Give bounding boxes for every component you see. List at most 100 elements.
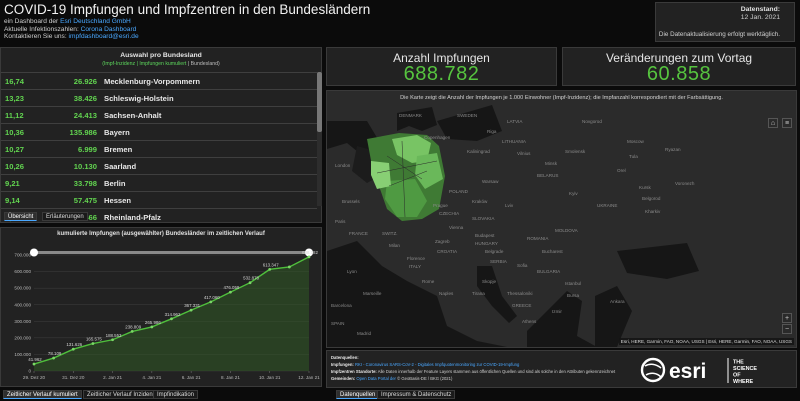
state-name: Mecklenburg-Vorpommern — [104, 77, 201, 86]
map-label-kharkiv: Kharkiv — [645, 209, 661, 214]
data-label: 314.962 — [165, 312, 181, 317]
open-data-link[interactable]: Open Data Portal der — [356, 376, 396, 381]
esri-globe-swoosh — [644, 363, 662, 378]
state-count: 24.413 — [73, 111, 97, 120]
x-tick-label: 2. Jan 21 — [103, 375, 122, 380]
esri-tagline-4: WHERE — [733, 379, 753, 385]
data-point — [130, 330, 134, 333]
map-label-ukraine: UKRAINE — [597, 203, 618, 208]
map-label-zagreb: Zagreb — [435, 239, 450, 244]
data-label: 131.626 — [66, 342, 82, 347]
map-label-rome: Rome — [422, 279, 435, 284]
corona-dashboard-link[interactable]: Corona Dashboard — [81, 26, 137, 33]
header-line-2: Aktuelle Infektionszahlen: Corona Dashbo… — [4, 26, 136, 33]
map-label-tula: Tula — [629, 154, 638, 159]
tab-uebersicht[interactable]: Übersicht — [4, 212, 38, 221]
data-label: 367.331 — [184, 303, 200, 308]
map-zoom-out-button[interactable]: − — [782, 324, 792, 334]
map-label-moldova: MOLDOVA — [555, 228, 578, 233]
data-label: 188.553 — [106, 333, 122, 338]
esri-tagline-2: SCIENCE — [733, 366, 757, 372]
list-item[interactable]: 13,23 38.426 Schleswig-Holstein — [1, 89, 317, 106]
map-label-belarus: BELARUS — [537, 173, 559, 178]
map-label-london: London — [335, 163, 351, 168]
list-item[interactable]: 10,36 135.986 Bayern — [1, 123, 317, 140]
esri-deutschland-link[interactable]: Esri Deutschland GmbH — [60, 18, 131, 25]
sources-title: Datenquellen: — [331, 355, 359, 360]
data-point — [32, 362, 36, 366]
state-count: 6.999 — [77, 145, 97, 154]
map-list-button[interactable]: ≡ — [782, 118, 792, 128]
esri-globe-icon — [640, 357, 666, 383]
x-tick-label: 29. Dez 20 — [23, 375, 46, 380]
x-tick-label: 4. Jan 21 — [142, 375, 161, 380]
list-item[interactable]: 11,12 24.413 Sachsen-Anhalt — [1, 106, 317, 123]
tab-erlaeuterungen[interactable]: Erläuterungen — [42, 212, 88, 221]
list-item[interactable]: 10,26 10.130 Saarland — [1, 157, 317, 174]
y-tick-label: 700.000 — [14, 253, 31, 258]
map-label-barcelona: Barcelona — [331, 303, 352, 308]
tab-impressum[interactable]: Impressum & Datenschutz — [377, 390, 456, 399]
map-label-vilnius: Vilnius — [517, 151, 531, 156]
map-label-sofia: Sofia — [517, 263, 528, 268]
tab-verlauf-inzidenz[interactable]: Zeitlicher Verlauf Inzidenz — [83, 390, 160, 399]
map-label-budapest: Budapest — [475, 233, 495, 238]
map-label-milan: Milan — [389, 243, 400, 248]
map-zoom-in-button[interactable]: + — [782, 313, 792, 323]
kpi-impfungen: Anzahl Impfungen 688.782 — [326, 47, 557, 86]
map-label-lithuania: LITHUANIA — [502, 139, 526, 144]
state-count: 135.986 — [69, 128, 97, 137]
list-item[interactable]: 10,27 6.999 Bremen — [1, 140, 317, 157]
date-title: Datenstand: — [740, 6, 780, 13]
kpi-veraenderung: Veränderungen zum Vortag 60.858 — [562, 47, 796, 86]
map-label-bucharest: Bucharest — [542, 249, 563, 254]
y-tick-label: 500.000 — [14, 286, 31, 291]
data-label: 613.347 — [263, 262, 279, 267]
data-label: 688.782 — [302, 250, 318, 255]
map-attribution: Esri, HERE, Garmin, FAO, NOAA, USGS | Es… — [618, 338, 794, 345]
map-label-izmir: Izmir — [552, 309, 562, 314]
map-label-france: FRANCE — [349, 231, 368, 236]
map-home-button[interactable]: ⌂ — [768, 118, 778, 128]
map-label-switzerland: SWITZ. — [382, 231, 398, 236]
data-label: 41.962 — [28, 357, 42, 362]
y-tick-label: 400.000 — [14, 302, 31, 307]
list-item[interactable]: 9,21 33.798 Berlin — [1, 174, 317, 191]
list-scrollbar-thumb[interactable] — [317, 72, 322, 132]
map-label-ankara: Ankara — [610, 299, 625, 304]
rki-link[interactable]: RKI - Coronavirus SARS-CoV-2 - Digitales… — [355, 362, 519, 367]
map-label-copenhagen: Copenhagen — [424, 135, 451, 140]
state-count: 33.798 — [73, 179, 97, 188]
map-label-latvia: LATVIA — [507, 119, 523, 124]
state-rate: 9,14 — [5, 196, 20, 205]
map-label-greece: GREECE — [512, 303, 532, 308]
date-message: Die Datenaktualisierung erfolgt werktägl… — [658, 31, 780, 38]
map-label-prague: Prague — [433, 203, 448, 208]
tab-impfindikation[interactable]: Impfindikation — [153, 390, 199, 399]
list-item[interactable]: 9,14 57.475 Hessen — [1, 191, 317, 208]
map-label-istanbul: Istanbul — [565, 281, 582, 286]
sources-impfzentren: Impfzentren Standorte: Alle Daten innerh… — [331, 369, 615, 374]
data-label: 417.060 — [204, 295, 220, 300]
x-tick-label: 8. Jan 21 — [221, 375, 240, 380]
cumulative-chart[interactable]: 0100.000200.000300.000400.000500.000600.… — [1, 228, 321, 386]
esri-tagline-1: THE — [733, 360, 744, 366]
tab-verlauf-kumuliert[interactable]: Zeitlicher Verlauf kumuliert — [3, 390, 82, 399]
state-name: Bayern — [104, 128, 130, 137]
data-point — [268, 267, 272, 271]
map-label-spain: SPAIN — [331, 321, 345, 326]
map-label-moscow: Moscow — [627, 139, 644, 144]
data-point — [52, 356, 56, 360]
esri-logo: esri THE SCIENCE OF WHERE — [640, 355, 790, 385]
map-label-novgorod: Novgorod — [582, 119, 602, 124]
data-label: 532.878 — [243, 276, 259, 281]
list-item[interactable]: 16,74 26.926 Mecklenburg-Vorpommern — [1, 72, 317, 89]
date-box: Datenstand: 12 Jan. 2021 Die Datenaktual… — [655, 2, 795, 42]
range-slider-handle-start[interactable] — [30, 248, 38, 257]
email-link[interactable]: impfdashboard@esri.de — [69, 33, 139, 40]
tab-datenquellen[interactable]: Datenquellen — [336, 390, 380, 399]
sources-impfzentren-text: Alle Daten innerhalb der Feature Layers … — [377, 369, 616, 374]
map-label-naples: Naples — [439, 291, 454, 296]
sources-panel: Datenquellen: Impfungen: RKI - Coronavir… — [326, 350, 797, 388]
sources-gemeinden: Gemeinden: Open Data Portal der © GeoBas… — [331, 376, 452, 381]
